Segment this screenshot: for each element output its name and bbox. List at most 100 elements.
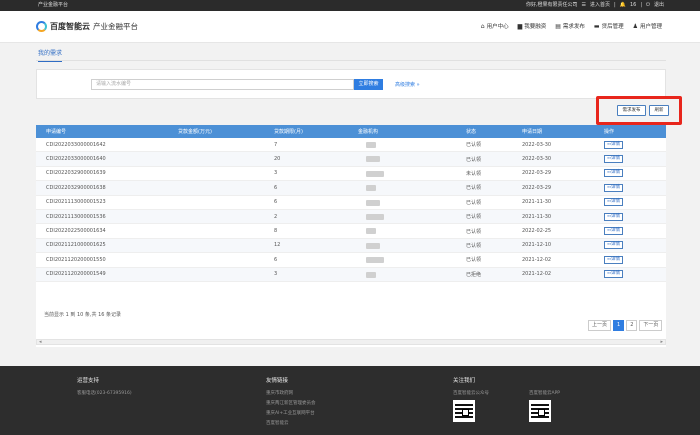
qr-label-app: 百度智能云APP: [529, 391, 561, 396]
loan-term: 6: [274, 256, 278, 263]
pagination: 上一页 1 2 下一页: [588, 320, 663, 331]
footer-links-title: 友情链接: [266, 378, 289, 384]
bell-icon[interactable]: 🔔: [620, 0, 626, 11]
scroll-left-icon[interactable]: ◂: [39, 339, 42, 345]
institution-redacted: [366, 228, 376, 236]
request-date: 2021-12-02: [522, 271, 552, 278]
footer-link[interactable]: 重庆市政府网: [266, 390, 316, 396]
request-date: 2022-03-30: [522, 156, 552, 163]
loan-term: 8: [274, 228, 278, 235]
footer-follow-title: 关注我们: [453, 378, 476, 384]
institution-redacted: [366, 213, 384, 222]
greeting: 你好,橙果有限责任公司: [525, 2, 578, 8]
nav-user-manage[interactable]: ♟ 用户管理: [632, 22, 662, 31]
institution-redacted: [366, 271, 376, 280]
page-1-button[interactable]: 1: [613, 320, 625, 331]
institution-redacted: [366, 185, 376, 193]
power-icon[interactable]: ⏻: [646, 0, 650, 11]
detail-button[interactable]: ☷详情: [604, 198, 624, 207]
header: 百度智能云 产业金融平台 ⌂ 用户中心 ▆ 我要融资 ▤ 需求发布 ▬ 贷后管理 ♟ 用户…: [0, 11, 700, 43]
request-status: 未认领: [466, 170, 482, 177]
request-status: 已认领: [466, 142, 482, 149]
detail-button[interactable]: ☷详情: [604, 227, 624, 236]
top-bar-title: 产业金融平台: [38, 2, 69, 8]
request-date: 2021-12-02: [522, 256, 552, 263]
request-status: 已认领: [466, 156, 482, 163]
notification-count[interactable]: 16: [630, 0, 636, 11]
prev-page-button[interactable]: 上一页: [588, 320, 612, 331]
detail-button[interactable]: ☷详情: [604, 241, 624, 250]
qr-code-icon: [529, 400, 551, 422]
footer: 运营支持 客服电话(023-67395916) 友情链接 重庆市政府网 重庆两江…: [0, 366, 700, 435]
publish-button[interactable]: 需求发布: [617, 105, 646, 116]
institution-redacted: [366, 170, 384, 179]
nav-post-loan[interactable]: ▬ 贷后管理: [593, 22, 624, 31]
detail-button[interactable]: ☷详情: [604, 270, 624, 279]
refresh-button[interactable]: 刷新: [649, 105, 669, 116]
request-id: CDI2021113000001536: [46, 213, 106, 220]
col-term[interactable]: 贷款期限(月): [274, 128, 303, 135]
loan-term: 3: [274, 271, 278, 278]
detail-button[interactable]: ☷详情: [604, 212, 624, 221]
home-link[interactable]: 进入首页: [590, 0, 610, 11]
brand-logo[interactable]: 百度智能云 产业金融平台: [36, 21, 138, 32]
logout-link[interactable]: 退出: [654, 0, 664, 11]
loan-term: 3: [274, 170, 278, 177]
col-amount[interactable]: 贷款金额(万元): [178, 128, 212, 135]
footer-link[interactable]: 重庆两江新区管理委员会: [266, 400, 316, 406]
institution-redacted: [366, 156, 380, 164]
col-institution[interactable]: 金融机构: [358, 128, 378, 135]
footer-link[interactable]: 百度智能云: [266, 420, 316, 426]
briefcase-icon: ▆: [517, 22, 523, 30]
request-id: CDI2022032900001639: [46, 170, 106, 177]
detail-button[interactable]: ☷详情: [604, 155, 624, 164]
loan-term: 2: [274, 213, 278, 220]
col-date[interactable]: 申请日期: [522, 128, 542, 135]
platform-name: 产业金融平台: [93, 22, 138, 31]
search-button[interactable]: 立即搜索: [354, 79, 383, 90]
request-date: 2022-03-29: [522, 184, 552, 191]
request-status: 已认领: [466, 257, 482, 264]
detail-button[interactable]: ☷详情: [604, 255, 624, 264]
table-row: CDI2021120200001549 3 已拒绝 2021-12-02 ☷详情: [36, 267, 666, 282]
next-page-button[interactable]: 下一页: [639, 320, 663, 331]
request-status: 已认领: [466, 199, 482, 206]
loan-term: 6: [274, 184, 278, 191]
page-2-button[interactable]: 2: [626, 320, 638, 331]
horizontal-scrollbar[interactable]: ◂ ▸: [36, 339, 666, 345]
table-row: CDI2022022500001634 8 已认领 2022-02-25 ☷详情: [36, 224, 666, 239]
request-id: CDI2021113000001523: [46, 199, 106, 206]
request-date: 2021-12-10: [522, 242, 552, 249]
nav-financing[interactable]: ▆ 我要融资: [517, 22, 547, 31]
col-id[interactable]: 申请编号: [46, 128, 66, 135]
folder-icon: ▬: [593, 22, 600, 30]
search-input[interactable]: 请输入流水编号: [91, 79, 354, 90]
col-status[interactable]: 状态: [466, 128, 476, 135]
col-action: 操作: [604, 129, 615, 135]
footer-link[interactable]: 重庆AI+工业互联网平台: [266, 410, 316, 416]
request-status: 已认领: [466, 185, 482, 192]
request-date: 2022-03-30: [522, 141, 552, 148]
search-panel: 请输入流水编号 立即搜索 高级搜索 »: [36, 69, 666, 99]
advanced-search-link[interactable]: 高级搜索 »: [395, 81, 420, 88]
footer-follow: 关注我们 百度智能云公众号 百度智能云APP: [453, 376, 560, 422]
nav-user-center[interactable]: ⌂ 用户中心: [481, 22, 509, 31]
menu-icon[interactable]: ☰: [582, 0, 586, 11]
table-row: CDI2021113000001536 2 已认领 2021-11-30 ☷详情: [36, 209, 666, 225]
detail-button[interactable]: ☷详情: [604, 183, 624, 192]
detail-button[interactable]: ☷详情: [604, 140, 624, 149]
request-id: CDI2022022500001634: [46, 228, 106, 235]
request-status: 已拒绝: [466, 271, 482, 278]
request-id: CDI2021120200001549: [46, 271, 106, 278]
user-icon: ♟: [632, 22, 638, 30]
loan-term: 6: [274, 199, 278, 206]
nav-publish[interactable]: ▤ 需求发布: [555, 22, 585, 31]
table-header: 申请编号 贷款金额(万元) 贷款期限(月) 金融机构 状态 申请日期 操作: [36, 125, 666, 138]
qr-code-icon: [453, 400, 475, 422]
request-date: 2022-02-25: [522, 228, 552, 235]
table-row: CDI2022033000001640 20 已认领 2022-03-30 ☷详情: [36, 152, 666, 167]
detail-button[interactable]: ☷详情: [604, 169, 624, 178]
table-row: CDI2022032900001638 6 已认领 2022-03-29 ☷详情: [36, 181, 666, 196]
scroll-right-icon[interactable]: ▸: [660, 339, 663, 345]
main-nav: ⌂ 用户中心 ▆ 我要融资 ▤ 需求发布 ▬ 贷后管理 ♟ 用户管理: [481, 22, 662, 31]
